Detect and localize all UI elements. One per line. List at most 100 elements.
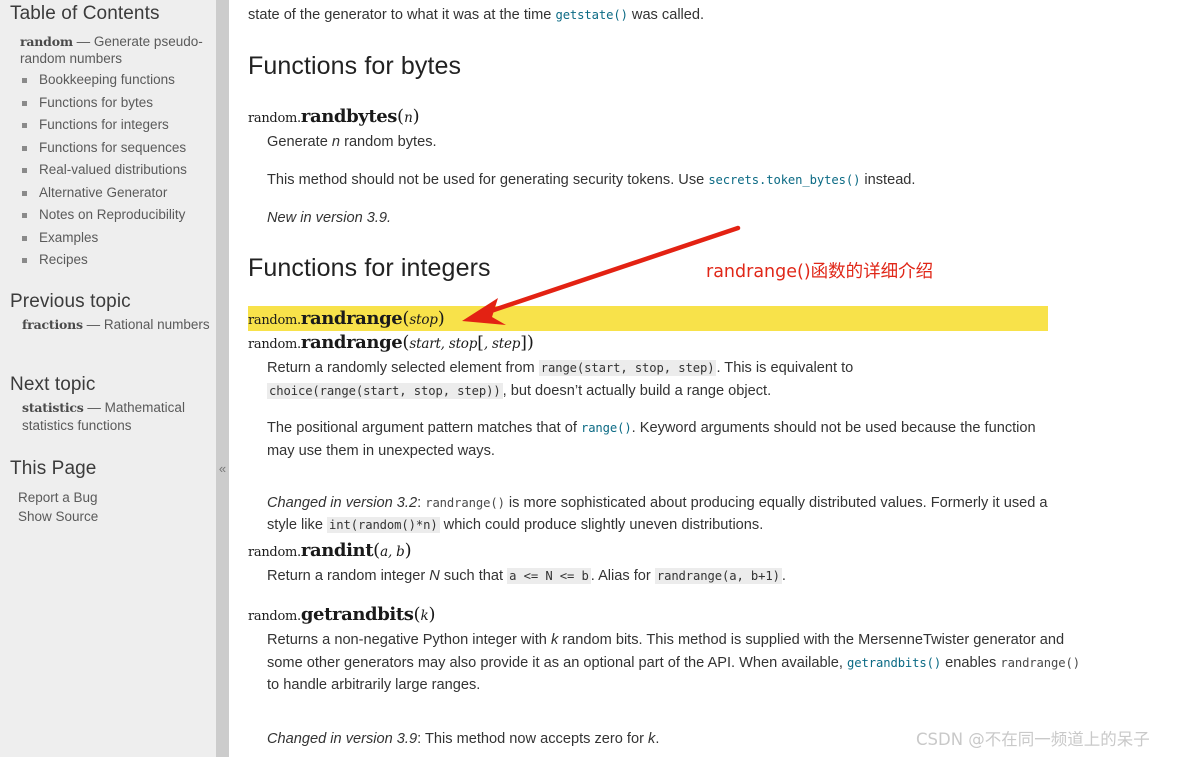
code-link-range[interactable]: range() (581, 421, 632, 435)
code-link-getstate[interactable]: getstate() (555, 8, 627, 22)
text-fragment: This method now accepts zero for (424, 730, 649, 747)
text-fragment: : (417, 730, 425, 747)
code-range-start-stop-step: range(start, stop, step) (538, 360, 717, 376)
next-topic-heading: Next topic (10, 374, 96, 395)
param-n: n (331, 134, 341, 150)
text-fragment: Return a randomly selected element from (267, 360, 539, 376)
toc-item-label: Recipes (39, 252, 88, 267)
signature-randrange-stop: random.randrange(stop) (248, 308, 445, 329)
text-fragment: . Keyword arguments should not be used b… (631, 420, 957, 436)
signature-randint: random.randint(a, b) (248, 540, 412, 561)
signature-open-paren: ( (413, 604, 421, 625)
previous-topic-module: fractions (22, 317, 83, 332)
text-fragment: random bytes. (340, 134, 437, 150)
text-fragment: . (655, 730, 660, 747)
toc-item-label: Examples (39, 229, 99, 245)
chevron-left-icon[interactable]: « (219, 462, 226, 475)
signature-prefix: random. (248, 609, 301, 624)
toc-item-label: Notes on Reproducibility (39, 207, 186, 222)
text-fragment: This method should not be used for gener… (267, 172, 709, 188)
toc-intro-module: random (20, 34, 73, 49)
this-page-heading: This Page (10, 458, 97, 479)
previous-topic-rest: — Rational numbers (82, 317, 210, 332)
signature-name[interactable]: randbytes (301, 106, 398, 127)
sidebar-item-functions-for-bytes[interactable]: Functions for bytes (20, 92, 212, 115)
version-changed-3-2: Changed in version 3.2: randrange() is m… (267, 492, 1067, 537)
param-N: N (429, 568, 440, 584)
text-fragment: Return a random integer (267, 568, 430, 584)
version-added-label: New in version 3.9. (267, 210, 392, 226)
toc-item-label: Real-valued distributions (39, 162, 187, 177)
toc-list: Bookkeeping functions Functions for byte… (20, 69, 212, 272)
text-fragment: state of the generator to what it was at… (248, 7, 556, 23)
sidebar-collapse-bar[interactable]: « (216, 0, 229, 757)
sidebar-item-notes-on-reproducibility[interactable]: Notes on Reproducibility (20, 204, 212, 227)
sidebar-item-functions-for-sequences[interactable]: Functions for sequences (20, 137, 212, 160)
text-fragment: which could produce slightly uneven dist… (439, 517, 764, 534)
text-fragment: enables (941, 654, 1001, 671)
previous-topic-link[interactable]: fractions — Rational numbers (22, 316, 210, 334)
signature-randbytes: random.randbytes(n) (248, 106, 420, 127)
signature-close-paren: ) (404, 540, 412, 561)
this-page-links: Report a Bug Show Source (18, 488, 208, 526)
text-fragment: , but doesn’t actually build a range obj… (502, 382, 772, 399)
sidebar-item-recipes[interactable]: Recipes (20, 249, 212, 272)
signature-name[interactable]: getrandbits (301, 604, 414, 625)
text-fragment: is more sophisticated about producing eq… (504, 494, 927, 511)
toc-item-label: Functions for integers (39, 117, 169, 132)
text-fragment: random bits. This method is supplied wit… (558, 632, 970, 648)
text-fragment: The positional argument pattern matches … (267, 420, 581, 436)
next-topic-module: statistics (22, 400, 84, 415)
signature-name[interactable]: randrange (301, 308, 403, 329)
code-randrange: randrange() (425, 495, 505, 510)
next-topic-link[interactable]: statistics — Mathematical statistics fun… (22, 399, 212, 434)
sidebar-item-alternative-generator[interactable]: Alternative Generator (20, 182, 212, 205)
paragraph-getrandbits-desc: Returns a non-negative Python integer wi… (267, 629, 1087, 697)
signature-close-paren: ) (428, 604, 436, 625)
code-randrange: randrange() (1000, 655, 1080, 670)
toc-heading: Table of Contents (10, 3, 160, 24)
code-int-random-n: int(random()*n) (327, 517, 440, 534)
code-a-le-N-le-b: a <= N <= b (507, 568, 591, 584)
sidebar-item-bookkeeping-functions[interactable]: Bookkeeping functions (20, 69, 212, 92)
paragraph-randbytes-desc: Generate n random bytes. (267, 131, 437, 154)
version-changed-label: Changed in version 3.9 (267, 730, 418, 747)
paragraph-security-note: This method should not be used for gener… (267, 169, 1047, 192)
code-link-getrandbits[interactable]: getrandbits() (847, 656, 941, 670)
text-fragment: Returns a non-negative Python integer wi… (267, 632, 551, 648)
paragraph-positional-note: The positional argument pattern matches … (267, 417, 1057, 462)
text-fragment: such that (439, 568, 508, 584)
heading-functions-for-bytes: Functions for bytes (248, 52, 462, 80)
signature-name[interactable]: randint (301, 540, 374, 561)
paragraph-getstate: state of the generator to what it was at… (248, 4, 1038, 27)
sidebar-item-examples[interactable]: Examples (20, 227, 212, 250)
signature-params: a, b (380, 544, 405, 560)
toc-item-label: Bookkeeping functions (39, 72, 175, 87)
signature-params: n (404, 110, 413, 126)
signature-params: stop (409, 312, 438, 328)
sidebar-item-real-valued-distributions[interactable]: Real-valued distributions (20, 159, 212, 182)
code-randrange-a-b1: randrange(a, b+1) (654, 568, 782, 584)
sidebar: Table of Contents random — Generate pseu… (0, 0, 216, 757)
text-fragment: Generate (267, 134, 332, 150)
toc-item-label: Alternative Generator (39, 184, 168, 200)
signature-params: k (420, 608, 429, 624)
signature-name[interactable]: randrange (301, 332, 403, 353)
signature-getrandbits: random.getrandbits(k) (248, 604, 436, 625)
text-fragment: was called. (627, 7, 705, 23)
signature-prefix: random. (248, 111, 301, 126)
report-a-bug-link[interactable]: Report a Bug (18, 488, 208, 507)
previous-topic-heading: Previous topic (10, 291, 131, 312)
text-fragment: . Alias for (590, 568, 655, 584)
sidebar-item-functions-for-integers[interactable]: Functions for integers (20, 114, 212, 137)
text-fragment: . This is equivalent to (716, 360, 854, 376)
code-link-secrets-token-bytes[interactable]: secrets.token_bytes() (708, 173, 860, 187)
text-fragment: to handle arbitrarily large ranges. (267, 677, 481, 693)
annotation-text: randrange()函数的详细介绍 (706, 262, 934, 282)
show-source-link[interactable]: Show Source (18, 507, 208, 526)
toc-item-label: Functions for bytes (39, 94, 154, 110)
paragraph-randint-desc: Return a random integer N such that a <=… (267, 565, 1067, 588)
page-root: Table of Contents random — Generate pseu… (0, 0, 1200, 757)
main-content: state of the generator to what it was at… (229, 0, 1200, 757)
csdn-watermark: CSDN @不在同一频道上的呆子 (916, 730, 1150, 749)
